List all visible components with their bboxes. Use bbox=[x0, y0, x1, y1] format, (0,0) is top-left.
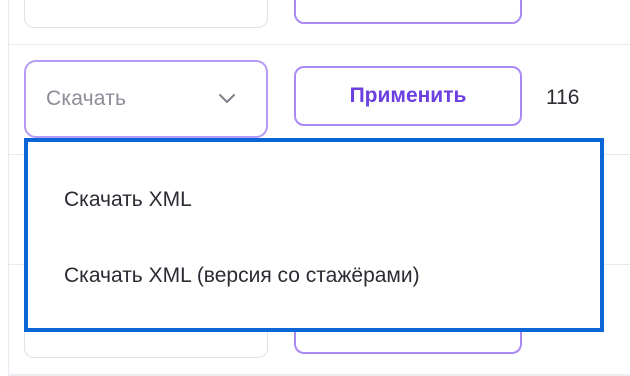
apply-button[interactable]: Применить bbox=[294, 66, 522, 126]
previous-row-download-select[interactable] bbox=[24, 0, 268, 28]
next-row-apply-button[interactable] bbox=[294, 332, 522, 354]
table-left-border bbox=[8, 0, 9, 376]
menu-item-download-xml-with-interns[interactable]: Скачать XML (версия со стажёрами) bbox=[64, 264, 420, 288]
next-row-download-select[interactable] bbox=[24, 332, 268, 358]
download-select[interactable]: Скачать bbox=[24, 60, 268, 138]
previous-row-apply-button[interactable] bbox=[294, 0, 522, 24]
chevron-down-icon bbox=[219, 94, 235, 103]
downloads-table: Скачать Применить 116 Скачать XML Скачат… bbox=[0, 0, 630, 376]
row-count: 116 bbox=[546, 86, 580, 109]
row-divider bbox=[8, 44, 630, 45]
download-select-value: Скачать bbox=[46, 87, 127, 110]
download-options-menu: Скачать XML Скачать XML (версия со стажё… bbox=[24, 138, 604, 332]
menu-item-download-xml[interactable]: Скачать XML bbox=[64, 188, 192, 212]
